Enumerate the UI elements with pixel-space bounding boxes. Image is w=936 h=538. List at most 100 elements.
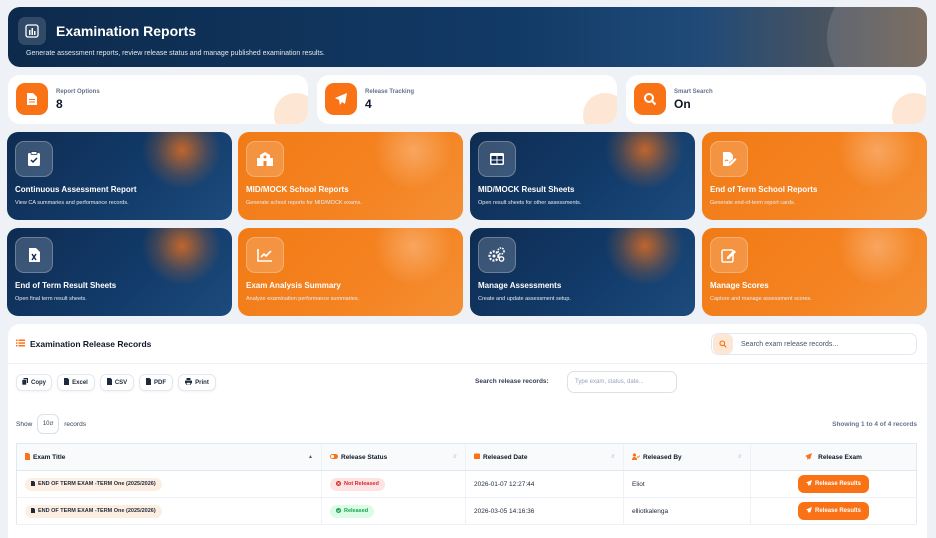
pdf-icon: [146, 378, 151, 387]
copy-icon: [21, 378, 28, 387]
card-continuous-assessment-report[interactable]: Continuous Assessment Report View CA sum…: [7, 132, 232, 220]
column-released-date[interactable]: Released Date ⇵: [465, 444, 623, 470]
table-row: END OF TERM EXAM -TERM One (2025/2026) N…: [16, 471, 917, 498]
stat-card-release-tracking: Release Tracking 4: [317, 75, 617, 124]
card-title: MID/MOCK Result Sheets: [478, 185, 575, 194]
card-exam-analysis-summary[interactable]: Exam Analysis Summary Analyze examinatio…: [238, 228, 463, 316]
card-description: Analyze examination performance summarie…: [246, 296, 360, 302]
card-end-of-term-school-reports[interactable]: End of Term School Reports Generate end-…: [702, 132, 927, 220]
table-row: END OF TERM EXAM -TERM One (2025/2026) R…: [16, 498, 917, 525]
card-title: End of Term Result Sheets: [15, 281, 117, 290]
stat-card-report-options: Report Options 8: [8, 75, 308, 124]
show-label: Show: [16, 420, 33, 428]
page-length-select[interactable]: 10 ⇵: [37, 414, 60, 434]
divider: [8, 363, 927, 364]
stat-card-smart-search: Smart Search On: [626, 75, 926, 124]
release-records-panel: Examination Release Records Search exam …: [8, 324, 927, 538]
edit-icon: [710, 237, 748, 273]
release-results-button[interactable]: Release Results: [797, 475, 870, 493]
file-icon: [31, 480, 35, 488]
exam-title-cell: END OF TERM EXAM -TERM One (2025/2026): [16, 498, 321, 524]
card-glow: [373, 132, 453, 190]
print-button-label: Print: [195, 379, 209, 386]
x-circle-icon: [336, 480, 341, 488]
column-release-status[interactable]: Release Status ⇵: [321, 444, 465, 470]
exam-title-badge: END OF TERM EXAM -TERM One (2025/2026): [25, 504, 162, 518]
document-icon: [16, 83, 48, 115]
card-title: Manage Scores: [710, 281, 769, 290]
status-text: Released: [344, 508, 369, 514]
card-description: Generate end-of-term report cards.: [710, 200, 796, 206]
release-search-input[interactable]: Type exam, status, date...: [567, 371, 677, 393]
column-exam-title[interactable]: Exam Title ▲: [16, 444, 321, 470]
release-button-label: Release Results: [814, 508, 862, 514]
action-cell: Release Results: [750, 471, 917, 497]
status-text: Not Released: [344, 481, 379, 487]
column-label: Released By: [643, 453, 682, 461]
chart-line-icon: [246, 237, 284, 273]
card-glow: [373, 228, 453, 286]
csv-button[interactable]: CSV: [100, 374, 134, 391]
exam-title-badge: END OF TERM EXAM -TERM One (2025/2026): [25, 477, 162, 491]
column-label: Release Status: [341, 453, 388, 461]
csv-button-label: CSV: [114, 379, 128, 386]
card-title: End of Term School Reports: [710, 185, 818, 194]
column-released-by[interactable]: Released By ⇵: [623, 444, 750, 470]
bar-chart-icon: [18, 17, 46, 45]
card-description: Open result sheets for other assessments…: [478, 200, 582, 206]
card-description: View CA summaries and performance record…: [15, 200, 129, 206]
released-by: elliotkalenga: [623, 498, 750, 524]
panel-title-text: Examination Release Records: [30, 339, 152, 349]
pdf-button[interactable]: PDF: [139, 374, 173, 391]
card-description: Capture and manage assessment scores.: [710, 296, 812, 302]
stat-label: Report Options: [56, 89, 100, 95]
school-icon: [246, 141, 284, 177]
column-label: Exam Title: [33, 453, 66, 461]
search-icon: [634, 83, 666, 115]
sort-icon: ▲: [308, 454, 313, 460]
card-title: MID/MOCK School Reports: [246, 185, 349, 194]
status-badge: Released: [330, 504, 375, 518]
excel-button-label: Excel: [72, 379, 88, 386]
excel-button[interactable]: Excel: [57, 374, 95, 391]
stat-value: 4: [365, 97, 372, 111]
card-title: Exam Analysis Summary: [246, 281, 341, 290]
header-decoration: [827, 7, 927, 67]
print-button[interactable]: Print: [178, 374, 216, 391]
file-icon: [25, 452, 30, 462]
file-signature-icon: [710, 141, 748, 177]
release-results-button[interactable]: Release Results: [797, 502, 870, 520]
excel-icon: [64, 378, 70, 387]
page-subtitle: Generate assessment reports, review rele…: [26, 50, 325, 57]
released-date: 2026-01-07 12:27:44: [465, 471, 623, 497]
card-mid-mock-result-sheets[interactable]: MID/MOCK Result Sheets Open result sheet…: [470, 132, 695, 220]
card-manage-scores[interactable]: Manage Scores Capture and manage assessm…: [702, 228, 927, 316]
panel-title: Examination Release Records: [16, 339, 151, 349]
paper-plane-icon: [325, 83, 357, 115]
card-glow: [837, 132, 917, 190]
calendar-icon: [474, 453, 480, 461]
column-label: Release Exam: [818, 453, 862, 461]
table-icon: [478, 141, 516, 177]
stat-value: 8: [56, 97, 63, 111]
exam-title: END OF TERM EXAM -TERM One (2025/2026): [38, 481, 156, 487]
page-length-control: Show 10 ⇵ records: [16, 414, 86, 434]
check-circle-icon: [336, 507, 341, 515]
copy-button[interactable]: Copy: [16, 374, 52, 391]
search-icon: [713, 334, 733, 354]
card-manage-assessments[interactable]: Manage Assessments Create and update ass…: [470, 228, 695, 316]
stat-label: Release Tracking: [365, 89, 415, 95]
list-icon: [16, 339, 25, 349]
release-search-label: Search release records:: [475, 378, 549, 385]
print-icon: [185, 378, 193, 387]
status-cell: Not Released: [321, 471, 465, 497]
card-title: Continuous Assessment Report: [15, 185, 137, 194]
released-by: Eliot: [623, 471, 750, 497]
card-mid-mock-school-reports[interactable]: MID/MOCK School Reports Generate school …: [238, 132, 463, 220]
stat-decoration: [274, 93, 308, 124]
records-info: Showing 1 to 4 of 4 records: [832, 421, 917, 428]
sort-icon: ⇵: [452, 454, 457, 460]
records-search-input[interactable]: Search exam release records...: [711, 333, 917, 355]
stat-value: On: [674, 97, 691, 111]
card-end-of-term-result-sheets[interactable]: End of Term Result Sheets Open final ter…: [7, 228, 232, 316]
